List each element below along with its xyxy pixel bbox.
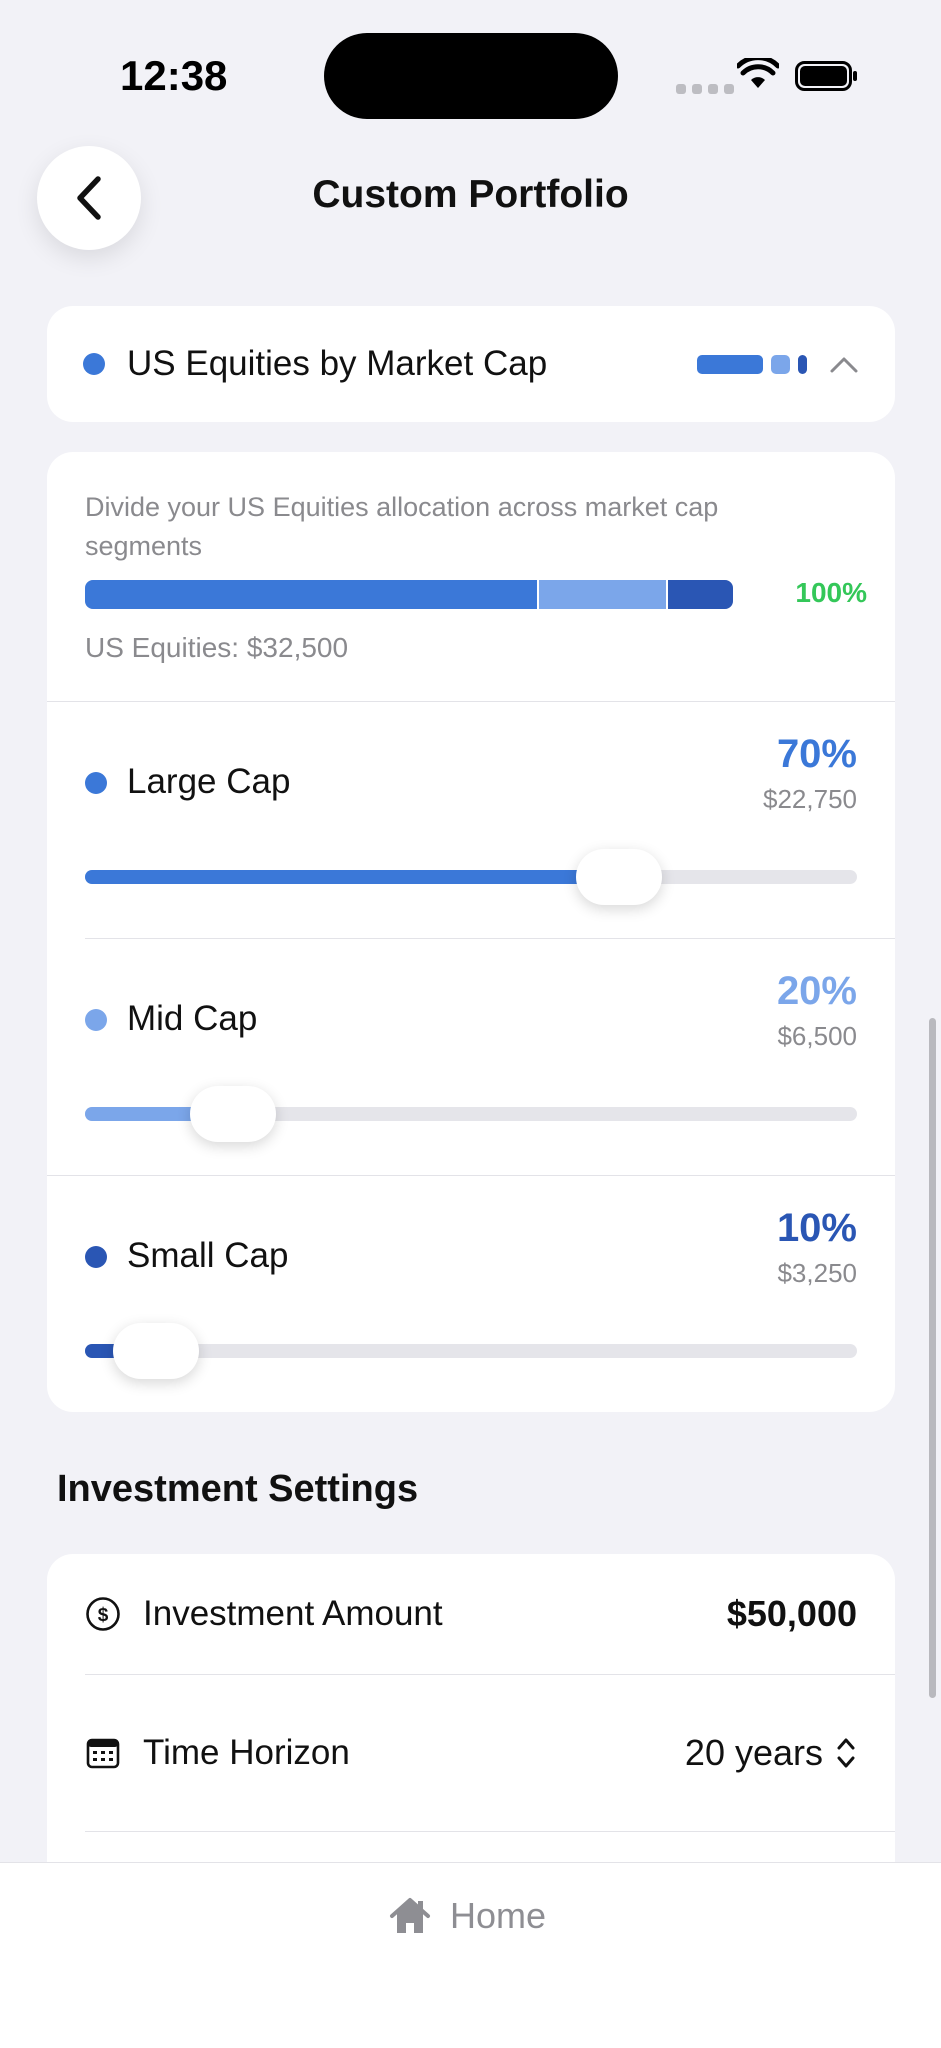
market-cap-allocation-card: Divide your US Equities allocation acros…	[47, 452, 895, 1412]
total-percent: 100%	[795, 577, 867, 608]
segment-mid-cap: Mid Cap 20% $6,500	[47, 939, 895, 1175]
mini-allocation-bars	[697, 354, 807, 374]
mini-bar-large	[697, 354, 763, 374]
allocation-description: Divide your US Equities allocation acros…	[85, 492, 719, 561]
slider-thumb[interactable]	[190, 1086, 277, 1142]
segment-amount: $6,500	[777, 1021, 857, 1051]
segment-percent: 20%	[776, 969, 857, 1013]
investment-amount-row[interactable]: $ Investment Amount $50,000	[47, 1554, 895, 1674]
status-bar: 12:38	[0, 0, 941, 150]
segment-amount: $3,250	[777, 1258, 857, 1288]
home-icon	[390, 1898, 430, 1933]
battery-icon	[795, 61, 857, 91]
segment-label: Mid Cap	[127, 999, 258, 1038]
mini-bar-small	[798, 354, 807, 374]
svg-text:$: $	[98, 1605, 109, 1626]
status-time: 12:38	[120, 52, 228, 99]
home-tab-label: Home	[450, 1895, 547, 1936]
mid-cap-slider[interactable]	[85, 1086, 857, 1142]
small-cap-dot	[85, 1246, 107, 1268]
slider-thumb[interactable]	[113, 1323, 200, 1379]
tab-bar: Home	[0, 1862, 941, 2048]
small-cap-slider[interactable]	[85, 1323, 857, 1379]
up-down-chevron-icon[interactable]	[835, 1736, 857, 1770]
divider	[85, 1831, 895, 1832]
calendar-icon	[86, 1738, 120, 1769]
section-dot	[83, 353, 105, 375]
dollar-circle-icon: $	[86, 1597, 120, 1631]
segment-percent: 10%	[776, 1206, 857, 1250]
setting-label: Time Horizon	[143, 1733, 350, 1772]
investment-settings-heading: Investment Settings	[57, 1468, 419, 1510]
segment-percent: 70%	[776, 732, 857, 776]
dynamic-island	[324, 33, 618, 119]
us-equities-total: US Equities: $32,500	[85, 632, 349, 663]
wifi-icon	[737, 58, 779, 88]
market-cap-section-header[interactable]: US Equities by Market Cap	[47, 306, 895, 422]
segment-large-cap: Large Cap 70% $22,750	[47, 702, 895, 938]
mini-bar-mid	[771, 354, 790, 374]
large-cap-slider[interactable]	[85, 849, 857, 905]
total-bar-segment	[538, 580, 669, 609]
total-bar-segment	[85, 580, 539, 609]
segment-small-cap: Small Cap 10% $3,250	[47, 1176, 895, 1412]
setting-label: Investment Amount	[143, 1594, 443, 1633]
mid-cap-dot	[85, 1009, 107, 1031]
section-title: US Equities by Market Cap	[127, 344, 548, 383]
total-allocation-bar	[85, 580, 733, 609]
slider-fill	[85, 870, 620, 884]
slider-thumb[interactable]	[576, 849, 663, 905]
segment-amount: $22,750	[763, 784, 857, 814]
page-title: Custom Portfolio	[312, 173, 629, 216]
time-horizon-value[interactable]: 20 years	[685, 1732, 823, 1774]
investment-amount-value[interactable]: $50,000	[727, 1593, 857, 1635]
segment-label: Large Cap	[127, 762, 291, 801]
chevron-up-icon[interactable]	[829, 354, 859, 374]
large-cap-dot	[85, 772, 107, 794]
segment-label: Small Cap	[127, 1236, 289, 1275]
total-bar-segment	[668, 580, 733, 609]
cellular-signal-icon	[676, 84, 734, 94]
scroll-indicator[interactable]	[929, 1018, 936, 1698]
time-horizon-row[interactable]: Time Horizon 20 years	[47, 1675, 895, 1831]
home-tab[interactable]: Home	[388, 1895, 546, 1937]
